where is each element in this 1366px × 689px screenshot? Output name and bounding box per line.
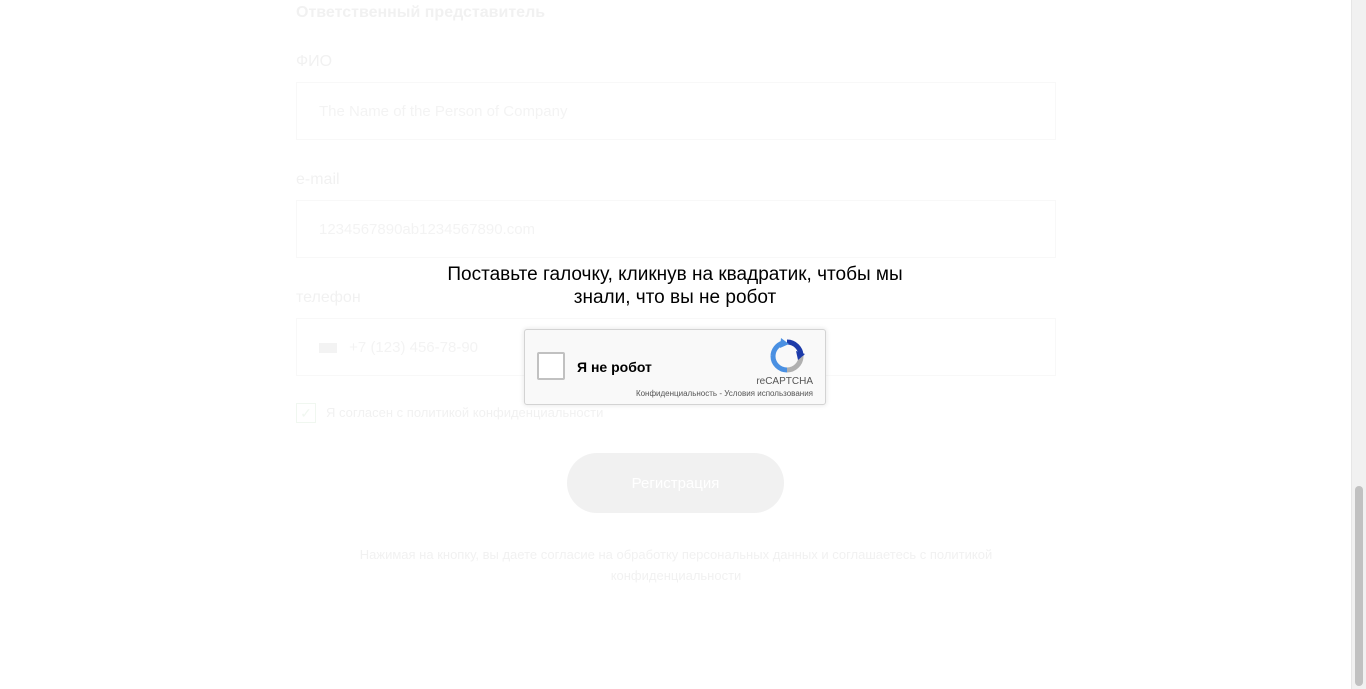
name-placeholder: The Name of the Person of Company	[319, 103, 568, 120]
register-button[interactable]: Регистрация	[567, 453, 784, 513]
check-icon: ✓	[300, 405, 312, 421]
section-title: Ответственный представитель	[296, 4, 546, 21]
email-value: 1234567890ab1234567890.com	[319, 221, 536, 238]
phone-value: +7 (123) 456-78-90	[349, 339, 479, 356]
email-input[interactable]: 1234567890ab1234567890.com	[296, 200, 1056, 258]
name-label: ФИО	[296, 53, 333, 70]
legal-text: Нажимая на кнопку, вы даете согласие на …	[359, 547, 993, 583]
page: Ответственный представитель ФИО The Name…	[0, 0, 1366, 689]
scrollbar-thumb[interactable]	[1355, 486, 1363, 686]
email-label: e-mail	[296, 171, 340, 188]
recaptcha-widget: Я не робот reCAPTCHA Конфиденциальность …	[524, 329, 826, 405]
consent-checkbox[interactable]: ✓	[296, 403, 316, 423]
recaptcha-links: Конфиденциальность - Условия использован…	[636, 389, 813, 398]
flag-icon[interactable]	[319, 343, 337, 354]
captcha-prompt: Поставьте галочку, кликнув на квадратик,…	[447, 264, 903, 308]
recaptcha-label: Я не робот	[577, 359, 652, 375]
privacy-link[interactable]: Конфиденциальность	[636, 389, 717, 398]
recaptcha-checkbox[interactable]	[537, 352, 565, 380]
page-scrollbar[interactable]	[1351, 0, 1366, 689]
recaptcha-logo-icon	[770, 338, 805, 373]
recaptcha-brand: reCAPTCHA	[756, 376, 813, 387]
name-input[interactable]: The Name of the Person of Company	[296, 82, 1056, 140]
phone-label: телефон	[296, 289, 361, 306]
consent-text[interactable]: Я согласен с политикой конфиденциальност…	[326, 405, 603, 420]
terms-link[interactable]: Условия использования	[724, 389, 813, 398]
